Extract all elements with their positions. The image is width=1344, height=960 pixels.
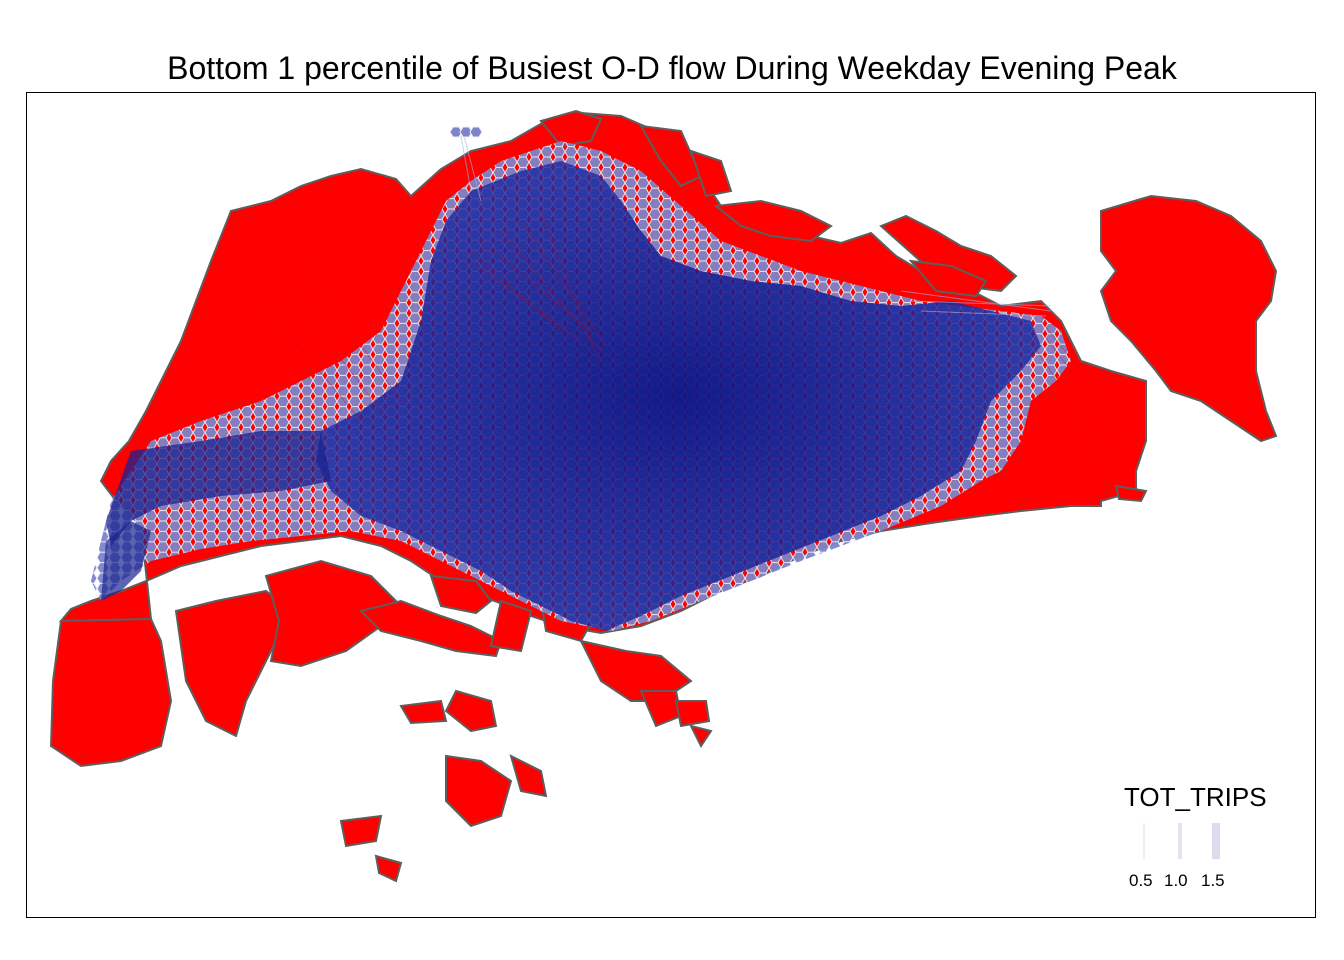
legend-key-1-0 <box>1178 823 1182 859</box>
north-hex-cluster <box>449 126 483 138</box>
chart-title: Bottom 1 percentile of Busiest O-D flow … <box>167 50 1177 86</box>
legend-label-1-0: 1.0 <box>1164 871 1188 890</box>
legend-title: TOT_TRIPS <box>1124 782 1267 812</box>
tuas-area <box>49 617 173 768</box>
legend-key-1-5 <box>1212 823 1220 859</box>
map-canvas <box>49 109 1278 883</box>
legend-label-1-5: 1.5 <box>1201 871 1225 890</box>
legend-key-0-5 <box>1143 823 1145 859</box>
legend-label-0-5: 0.5 <box>1129 871 1153 890</box>
map-panel <box>26 92 1316 918</box>
